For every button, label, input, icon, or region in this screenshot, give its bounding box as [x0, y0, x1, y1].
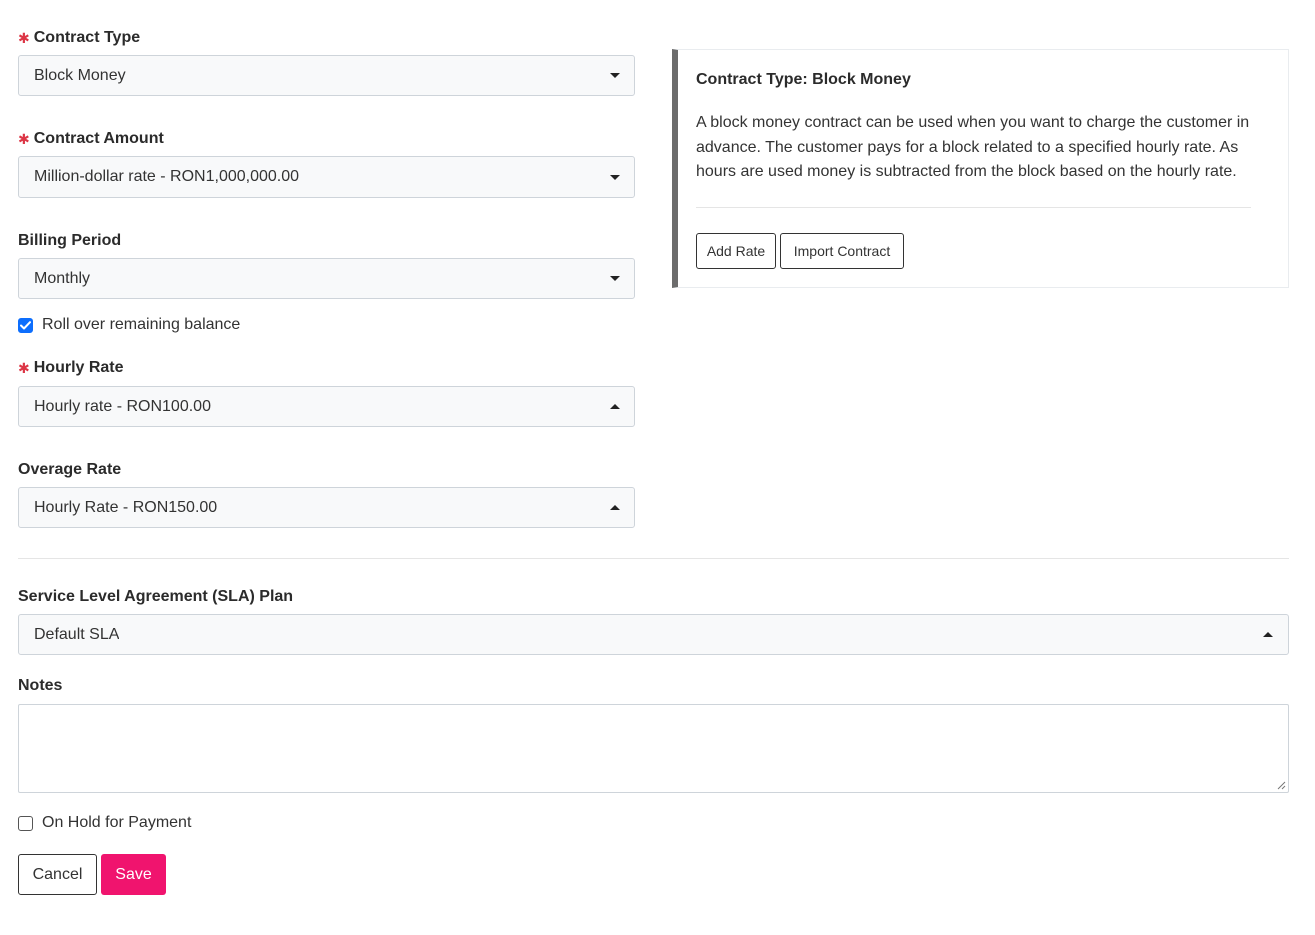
info-panel-title: Contract Type: Block Money: [696, 71, 911, 88]
caret-up-icon: [610, 505, 620, 510]
notes-label-text: Notes: [18, 677, 63, 694]
resize-grip-icon[interactable]: [1277, 781, 1286, 790]
caret-down-icon: [610, 276, 620, 281]
section-divider: [18, 558, 1289, 559]
contract-amount-value: Million-dollar rate - RON1,000,000.00: [34, 168, 300, 185]
overage-rate-select[interactable]: Hourly Rate - RON150.00: [18, 487, 635, 528]
hourly-rate-select[interactable]: Hourly rate - RON100.00: [18, 386, 635, 427]
contract-type-value: Block Money: [34, 66, 126, 84]
hourly-rate-label-text: Hourly Rate: [33, 359, 124, 376]
sla-plan-value: Default SLA: [34, 625, 120, 643]
asterisk-icon: ✱: [18, 131, 30, 147]
billing-period-value: Monthly: [34, 269, 91, 287]
billing-period-label: Billing Period: [18, 231, 121, 251]
caret-up-icon: [1263, 632, 1273, 637]
sla-plan-select[interactable]: Default SLA: [18, 614, 1289, 655]
contract-type-label: ✱ Contract Type: [18, 28, 140, 48]
on-hold-label: On Hold for Payment: [42, 814, 192, 831]
contract-type-select[interactable]: Block Money: [18, 55, 635, 96]
billing-period-select[interactable]: Monthly: [18, 258, 635, 299]
info-panel-description: A block money contract can be used when …: [696, 114, 1250, 180]
import-contract-button[interactable]: Import Contract: [780, 233, 904, 269]
contract-type-info-panel: Contract Type: Block Money A block money…: [672, 49, 1289, 288]
rollover-checkbox[interactable]: [18, 317, 33, 333]
overage-rate-label-text: Overage Rate: [18, 461, 122, 478]
on-hold-row: On Hold for Payment: [18, 814, 191, 832]
contract-amount-label-text: Contract Amount: [33, 130, 164, 147]
caret-down-icon: [610, 174, 620, 180]
contract-type-label-text: Contract Type: [33, 29, 141, 46]
asterisk-icon: ✱: [18, 360, 30, 376]
sla-plan-label: Service Level Agreement (SLA) Plan: [18, 587, 293, 607]
notes-textarea[interactable]: [18, 704, 1289, 793]
caret-down-icon: [610, 73, 620, 78]
info-panel-divider: [696, 207, 1251, 208]
billing-period-label-text: Billing Period: [18, 232, 122, 249]
notes-label: Notes: [18, 676, 62, 696]
overage-rate-label: Overage Rate: [18, 460, 121, 480]
save-button[interactable]: Save: [101, 854, 166, 895]
sla-plan-label-text: Service Level Agreement (SLA) Plan: [18, 588, 294, 605]
cancel-button[interactable]: Cancel: [18, 854, 97, 895]
contract-amount-label: ✱ Contract Amount: [18, 129, 164, 149]
hourly-rate-value: Hourly rate - RON100.00: [34, 397, 211, 415]
check-icon: [20, 320, 31, 329]
hourly-rate-label: ✱ Hourly Rate: [18, 358, 124, 378]
overage-rate-value: Hourly Rate - RON150.00: [34, 498, 218, 516]
contract-amount-select[interactable]: Million-dollar rate - RON1,000,000.00: [18, 156, 635, 198]
caret-up-icon: [610, 404, 620, 409]
rollover-label: Roll over remaining balance: [42, 316, 241, 333]
contract-form: ✱ Contract Type Block Money ✱ Contract A…: [0, 0, 1315, 935]
asterisk-icon: ✱: [18, 30, 30, 46]
rollover-row: Roll over remaining balance: [18, 316, 240, 334]
add-rate-button[interactable]: Add Rate: [696, 233, 776, 269]
on-hold-checkbox[interactable]: [18, 815, 33, 831]
